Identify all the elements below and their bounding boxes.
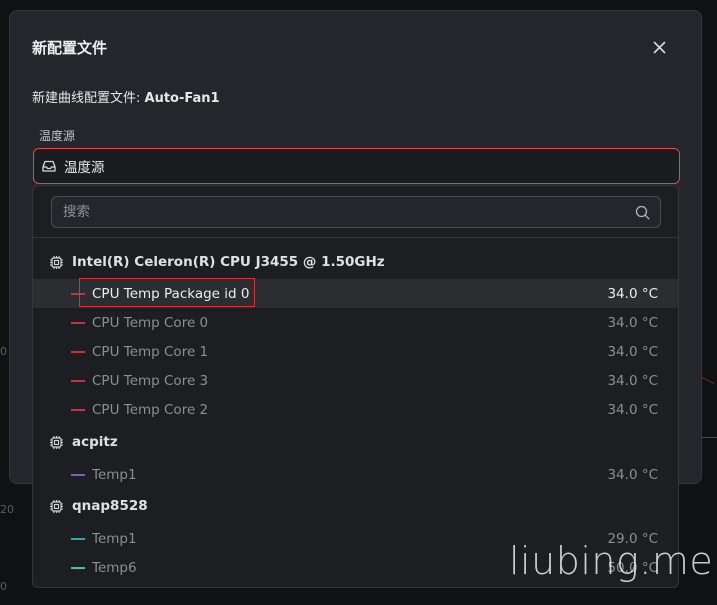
- group-header: Intel(R) Celeron(R) CPU J3455 @ 1.50GHz: [49, 251, 385, 273]
- chip-icon: [49, 499, 64, 514]
- option-cpu-temp-core-1[interactable]: CPU Temp Core 1 34.0 °C: [33, 337, 678, 366]
- option-cpu-temp-package[interactable]: CPU Temp Package id 0 34.0 °C: [33, 279, 678, 308]
- option-label: CPU Temp Core 1: [92, 343, 209, 360]
- modal-title: 新配置文件: [32, 39, 108, 57]
- chip-icon: [49, 435, 64, 450]
- divider: [33, 237, 678, 238]
- close-icon: [653, 41, 665, 53]
- series-swatch: [71, 321, 85, 324]
- temp-source-dropdown: Intel(R) Celeron(R) CPU J3455 @ 1.50GHz …: [32, 185, 679, 588]
- search-icon: [635, 205, 650, 219]
- search-input[interactable]: [61, 203, 635, 221]
- series-swatch: [71, 473, 85, 476]
- profile-name: Auto-Fan1: [144, 91, 220, 106]
- chip-icon: [49, 255, 64, 270]
- group-name: Intel(R) Celeron(R) CPU J3455 @ 1.50GHz: [72, 254, 385, 270]
- option-value: 34.0 °C: [607, 314, 658, 331]
- temp-source-label: 温度源: [39, 129, 76, 143]
- temp-source-select[interactable]: 温度源: [33, 148, 680, 184]
- series-swatch: [71, 566, 85, 569]
- option-cpu-temp-core-3[interactable]: CPU Temp Core 3 34.0 °C: [33, 366, 678, 395]
- series-swatch: [71, 408, 85, 411]
- option-cpu-temp-core-2[interactable]: CPU Temp Core 2 34.0 °C: [33, 395, 678, 424]
- watermark-text: liubing.me: [509, 539, 714, 583]
- series-swatch: [71, 537, 85, 540]
- option-value: 34.0 °C: [607, 372, 658, 389]
- option-label: CPU Temp Core 2: [92, 401, 209, 418]
- group-name: acpitz: [72, 434, 118, 450]
- option-label: CPU Temp Core 0: [92, 314, 209, 331]
- option-value: 34.0 °C: [607, 466, 658, 483]
- option-label: CPU Temp Core 3: [92, 372, 209, 389]
- group-header: acpitz: [49, 431, 118, 453]
- group-name: qnap8528: [72, 498, 148, 514]
- series-swatch: [71, 379, 85, 382]
- select-value: 温度源: [64, 160, 105, 176]
- subtitle-prefix: 新建曲线配置文件:: [32, 91, 145, 106]
- option-value: 34.0 °C: [607, 343, 658, 360]
- group-header: qnap8528: [49, 495, 148, 517]
- bg-axis-tick: 0: [0, 345, 7, 358]
- bg-axis-tick: 20: [0, 503, 14, 516]
- series-swatch: [71, 350, 85, 353]
- option-label: Temp1: [92, 466, 137, 483]
- option-value: 34.0 °C: [607, 401, 658, 418]
- option-acpitz-temp1[interactable]: Temp1 34.0 °C: [33, 460, 678, 489]
- inbox-icon: [42, 160, 56, 172]
- series-swatch: [71, 292, 85, 295]
- option-cpu-temp-core-0[interactable]: CPU Temp Core 0 34.0 °C: [33, 308, 678, 337]
- search-box: [51, 196, 661, 228]
- option-value: 34.0 °C: [607, 285, 658, 302]
- option-label: CPU Temp Package id 0: [92, 285, 250, 302]
- close-button[interactable]: [649, 37, 669, 57]
- modal-subtitle: 新建曲线配置文件: Auto-Fan1: [32, 87, 220, 106]
- bg-axis-tick: 0: [0, 580, 7, 593]
